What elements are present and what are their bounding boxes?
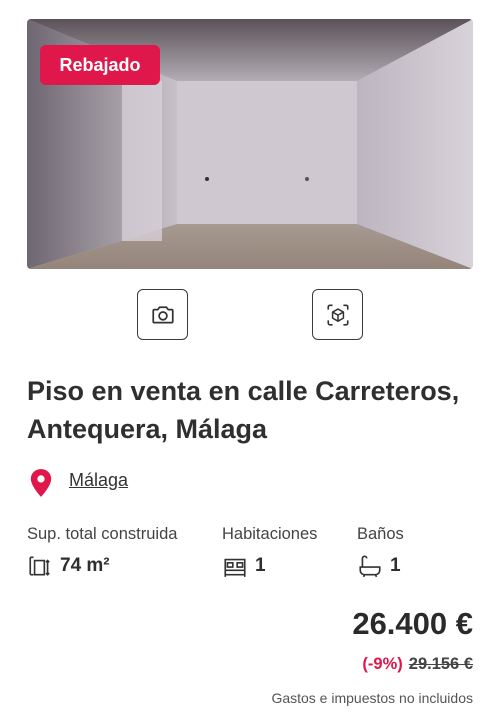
virtual-tour-button[interactable]: [312, 289, 363, 340]
price: 26.400 €: [352, 606, 473, 641]
bed-icon: [224, 558, 246, 577]
taxes-note: Gastos e impuestos no incluidos: [271, 690, 473, 706]
location-link[interactable]: Málaga: [69, 470, 128, 491]
old-price: 29.156 €: [408, 655, 473, 673]
surface-feature: 74 m²: [27, 552, 110, 580]
baths-feature: 1: [357, 552, 401, 580]
surface-label: Sup. total construida: [27, 525, 178, 543]
map-pin-icon: [30, 469, 52, 497]
surface-value: 74 m²: [60, 555, 110, 576]
area-icon: [29, 556, 50, 576]
camera-icon: [151, 305, 174, 323]
discount-row: (-9%) 29.156 €: [362, 655, 473, 674]
rooms-label: Habitaciones: [222, 525, 318, 543]
3d-cube-icon: [326, 303, 349, 326]
listing-title[interactable]: Piso en venta en calle Carreteros, Anteq…: [27, 372, 477, 448]
discount-percent: (-9%): [362, 655, 403, 673]
rooms-feature: 1: [222, 552, 266, 580]
photos-button[interactable]: [137, 289, 188, 340]
rooms-value: 1: [255, 555, 266, 576]
property-card[interactable]: Rebajado Piso en venta en calle Carreter…: [0, 0, 500, 721]
baths-label: Baños: [357, 525, 404, 543]
baths-value: 1: [390, 555, 401, 576]
discount-badge: Rebajado: [40, 45, 160, 85]
bathtub-icon: [359, 555, 381, 578]
